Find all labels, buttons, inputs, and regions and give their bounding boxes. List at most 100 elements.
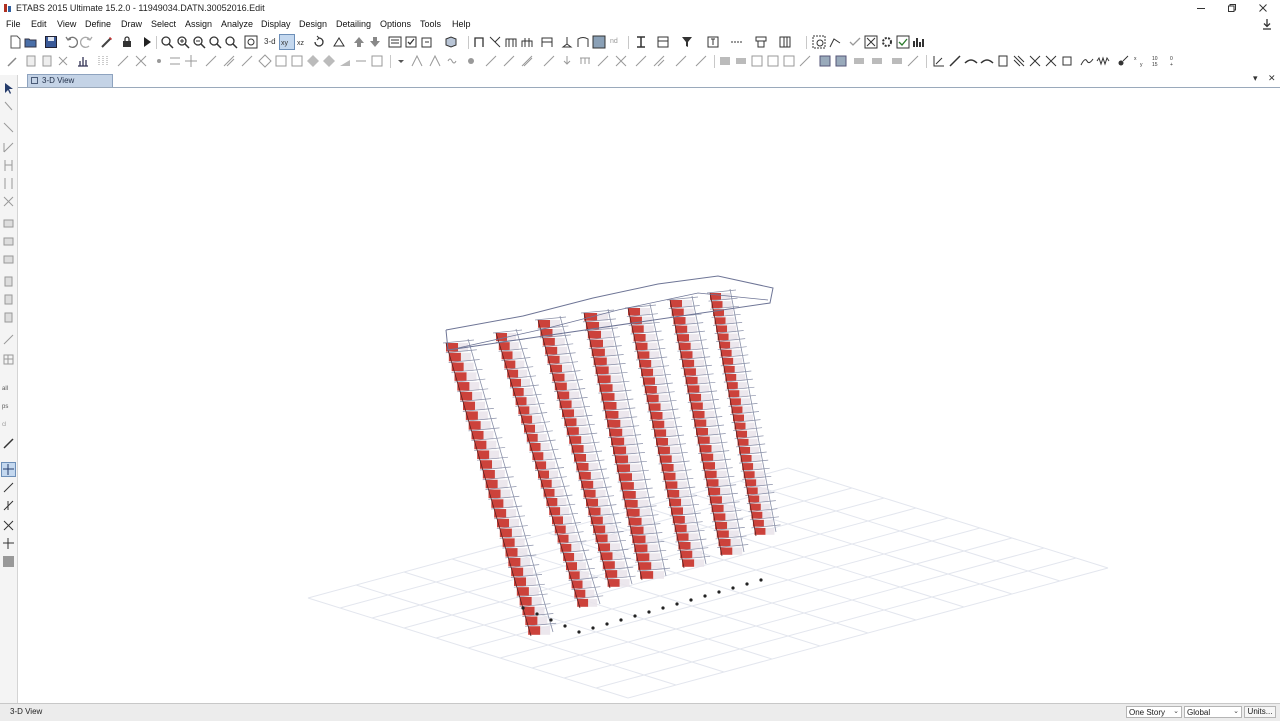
section-designer-button[interactable] — [634, 35, 648, 49]
assign-tool-1[interactable] — [394, 54, 408, 68]
draw-opening-button[interactable] — [2, 311, 15, 324]
menu-define[interactable]: Define — [85, 19, 111, 29]
rotate-view-button[interactable] — [312, 35, 326, 49]
assign-tool-10[interactable] — [560, 54, 574, 68]
snap-cl-button[interactable]: cl — [2, 417, 15, 430]
tab-dropdown-icon[interactable]: ▾ — [1253, 73, 1258, 84]
snap-line-button[interactable] — [2, 537, 15, 550]
3d-model-canvas[interactable] — [18, 88, 1280, 702]
columns-button[interactable] — [778, 35, 792, 49]
detail-tool-5[interactable] — [996, 54, 1010, 68]
view-cube-button[interactable] — [444, 35, 458, 49]
assign-tool-16[interactable] — [674, 54, 688, 68]
draw-tool-10[interactable] — [168, 54, 182, 68]
snap-perp-button[interactable] — [2, 519, 15, 532]
detail-tool-10[interactable] — [1080, 54, 1094, 68]
detail-tool-14[interactable]: 10 15 — [1152, 54, 1166, 68]
set-display-button[interactable] — [388, 35, 402, 49]
perspective-button[interactable] — [332, 35, 346, 49]
move-up-button[interactable] — [352, 35, 366, 49]
plan-view-button[interactable]: xy — [279, 34, 295, 50]
snap-intersection-button[interactable] — [1, 462, 16, 477]
assign-tool-3[interactable] — [428, 54, 442, 68]
draw-tool-20[interactable] — [338, 54, 352, 68]
open-button[interactable] — [24, 35, 38, 49]
pan-button[interactable] — [224, 35, 238, 49]
detail-tool-11[interactable] — [1096, 54, 1110, 68]
display-tool-1[interactable] — [718, 54, 732, 68]
select-pointer-button[interactable] — [2, 82, 15, 95]
snap-grid-button[interactable] — [2, 555, 15, 568]
zoom-previous-button[interactable] — [208, 35, 222, 49]
undo-button[interactable] — [64, 35, 78, 49]
assign-tool-12[interactable] — [596, 54, 610, 68]
draw-tool-8[interactable] — [134, 54, 148, 68]
rubber-band-button[interactable] — [244, 35, 258, 49]
draw-tool-9[interactable] — [152, 54, 166, 68]
draw-tool-4[interactable] — [56, 54, 70, 68]
draw-wall-button[interactable] — [2, 275, 15, 288]
display-tool-6[interactable] — [798, 54, 812, 68]
gear-settings-button[interactable] — [880, 35, 894, 49]
snap-ends-button[interactable] — [2, 481, 15, 494]
draw-tool-22[interactable] — [370, 54, 384, 68]
zoom-window-button[interactable] — [160, 35, 174, 49]
draw-beam-button[interactable] — [2, 141, 15, 154]
assign-tool-17[interactable] — [694, 54, 708, 68]
menu-tools[interactable]: Tools — [420, 19, 441, 29]
menu-view[interactable]: View — [57, 19, 76, 29]
units-button[interactable]: Units... — [1244, 706, 1276, 718]
filter-button[interactable] — [680, 35, 694, 49]
draw-link-button[interactable] — [2, 333, 15, 346]
detail-tool-12[interactable] — [1116, 54, 1130, 68]
detail-tool-13[interactable]: xy — [1134, 54, 1148, 68]
detail-tool-8[interactable] — [1044, 54, 1058, 68]
detail-tool-15[interactable]: 0 + — [1170, 54, 1184, 68]
menu-options[interactable]: Options — [380, 19, 411, 29]
show-undeformed-button[interactable] — [592, 35, 606, 49]
display-tool-11[interactable] — [890, 54, 904, 68]
minimize-button[interactable] — [1186, 0, 1216, 16]
assign-tool-4[interactable] — [446, 54, 460, 68]
detail-tool-4[interactable] — [980, 54, 994, 68]
draw-tool-15[interactable] — [258, 54, 272, 68]
display-tool-9[interactable] — [852, 54, 866, 68]
bar-chart-button[interactable] — [912, 35, 926, 49]
select-window-button[interactable] — [812, 35, 826, 49]
draw-tool-3[interactable] — [40, 54, 54, 68]
save-button[interactable] — [44, 35, 58, 49]
assign-tool-11[interactable] — [578, 54, 592, 68]
extrude-button[interactable] — [420, 35, 434, 49]
draw-polyline-button[interactable] — [828, 35, 842, 49]
assign-tool-8[interactable] — [520, 54, 534, 68]
detail-tool-1[interactable] — [932, 54, 946, 68]
menu-help[interactable]: Help — [452, 19, 471, 29]
lock-button[interactable] — [120, 35, 134, 49]
run-analysis-button[interactable] — [140, 35, 154, 49]
zoom-out-button[interactable] — [192, 35, 206, 49]
wall-stack-button[interactable] — [504, 35, 518, 49]
snap-point-button[interactable] — [2, 437, 15, 450]
deform-button[interactable] — [576, 35, 590, 49]
close-view-icon[interactable]: ✕ — [1268, 73, 1276, 84]
zoom-in-button[interactable] — [176, 35, 190, 49]
display-tool-4[interactable] — [766, 54, 780, 68]
menu-file[interactable]: File — [6, 19, 21, 29]
redo-button[interactable] — [80, 35, 94, 49]
load-case-button[interactable] — [706, 35, 720, 49]
coordinate-system-selector[interactable]: Global ⌄ — [1184, 706, 1242, 718]
menu-design[interactable]: Design — [299, 19, 327, 29]
detail-tool-3[interactable] — [964, 54, 978, 68]
display-tool-2[interactable] — [734, 54, 748, 68]
view-3d-button[interactable]: 3-d — [264, 35, 278, 49]
draw-tool-18[interactable] — [306, 54, 320, 68]
menu-select[interactable]: Select — [151, 19, 176, 29]
close-button[interactable] — [1248, 0, 1278, 16]
draw-tool-7[interactable] — [116, 54, 130, 68]
view-plan-label[interactable]: nd — [610, 35, 624, 49]
menu-analyze[interactable]: Analyze — [221, 19, 253, 29]
draw-joint-button[interactable] — [2, 121, 15, 134]
detail-tool-7[interactable] — [1028, 54, 1042, 68]
draw-rect-floor-button[interactable] — [2, 235, 15, 248]
assign-tool-9[interactable] — [542, 54, 556, 68]
